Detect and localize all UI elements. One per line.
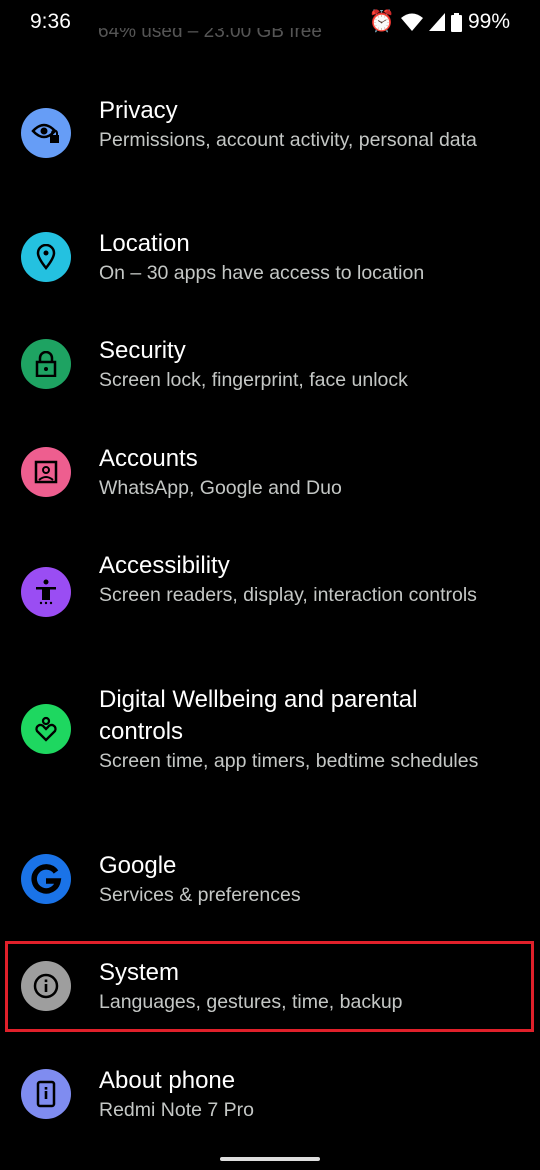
gesture-nav-bar[interactable] [220, 1157, 320, 1161]
highlight-box [5, 941, 534, 1032]
accessibility-icon [21, 567, 71, 617]
item-title: Location [99, 230, 190, 257]
clock: 9:36 [30, 10, 71, 33]
phone-info-icon [21, 1069, 71, 1119]
location-pin-icon [21, 232, 71, 282]
google-g-icon [21, 854, 71, 904]
alarm-icon: ⏰ [368, 10, 395, 33]
account-box-icon [21, 447, 71, 497]
item-title: About phone [99, 1067, 236, 1094]
item-title: Privacy [99, 97, 178, 124]
item-subtitle: Redmi Note 7 Pro [99, 1099, 254, 1121]
item-subtitle: Permissions, account activity, personal … [99, 129, 477, 151]
battery-level: 99% [467, 10, 510, 33]
scrolled-storage-summary: 64% used – 23.00 GB free [98, 28, 322, 42]
item-subtitle: WhatsApp, Google and Duo [99, 477, 342, 499]
signal-icon [428, 13, 445, 31]
item-title: Digital Wellbeing and parental controls [99, 686, 418, 745]
item-subtitle: Screen lock, fingerprint, face unlock [99, 369, 408, 391]
battery-icon [450, 12, 462, 32]
item-title: Accessibility [99, 552, 230, 579]
lock-icon [21, 339, 71, 389]
wifi-icon [400, 13, 423, 31]
wellbeing-heart-icon [21, 704, 71, 754]
item-subtitle: Screen readers, display, interaction con… [99, 584, 477, 606]
eye-lock-icon [21, 108, 71, 158]
item-subtitle: Services & preferences [99, 884, 301, 906]
item-title: Google [99, 852, 177, 879]
item-subtitle: On – 30 apps have access to location [99, 262, 425, 284]
item-subtitle: Screen time, app timers, bedtime schedul… [99, 750, 479, 772]
item-title: Accounts [99, 445, 198, 472]
item-title: Security [99, 337, 186, 364]
